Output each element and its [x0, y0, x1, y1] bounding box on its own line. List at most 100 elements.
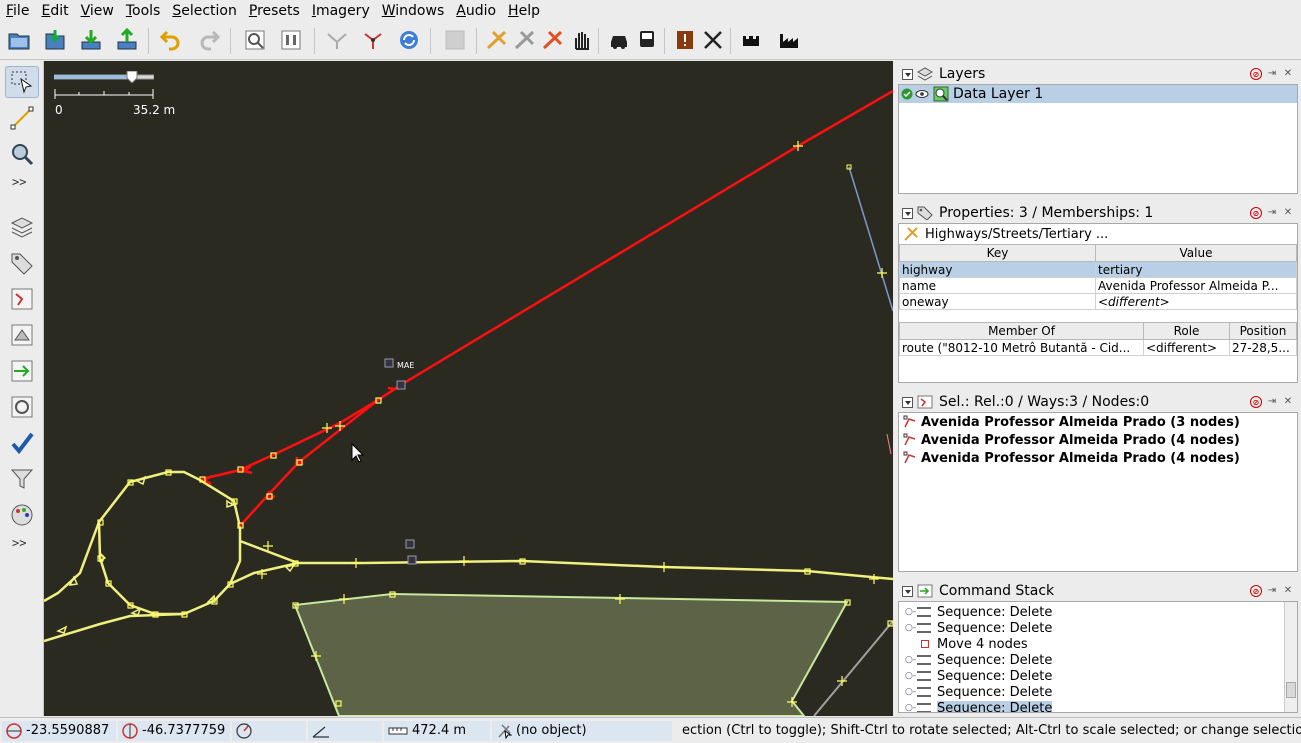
tools-button[interactable] [698, 25, 728, 55]
menu-edit[interactable]: Edit [35, 0, 74, 22]
hide-panel-icon[interactable]: ⊘ [1250, 68, 1262, 80]
filter-toggle[interactable] [5, 463, 39, 495]
close-icon[interactable]: ✕ [1282, 396, 1294, 408]
bus-stop-marker[interactable] [384, 358, 394, 368]
select-tool[interactable] [5, 66, 39, 98]
expand-icon[interactable]: ○- [905, 671, 917, 681]
tag-row[interactable]: oneway <different> [899, 293, 1297, 310]
history-toggle[interactable] [5, 391, 39, 423]
map-paint-toggle[interactable] [5, 499, 39, 531]
save-button[interactable] [40, 25, 70, 55]
command-item[interactable]: ○- Sequence: Delete [899, 620, 1297, 636]
key-header[interactable]: Key [899, 244, 1096, 262]
eye-icon[interactable] [915, 88, 929, 100]
landuse-area[interactable] [293, 592, 849, 716]
hand-button[interactable] [566, 25, 596, 55]
more-toggles[interactable]: >> [12, 536, 26, 550]
draw-tool[interactable] [5, 102, 39, 134]
zoom-slider[interactable] [54, 71, 154, 83]
zoom-tool[interactable] [5, 138, 39, 170]
menu-tools[interactable]: Tools [120, 0, 167, 22]
hide-panel-icon[interactable]: ⊘ [1250, 585, 1262, 597]
zoom-download-button[interactable] [240, 25, 270, 55]
position-header[interactable]: Position [1229, 322, 1297, 340]
highway-button[interactable] [482, 25, 512, 55]
split-button[interactable] [358, 25, 388, 55]
command-item[interactable]: Move 4 nodes [899, 636, 1297, 652]
command-item[interactable]: ○- Sequence: Delete [899, 604, 1297, 620]
close-icon[interactable]: ✕ [1282, 207, 1294, 219]
value-header[interactable]: Value [1095, 244, 1297, 262]
map-canvas[interactable]: MAE [44, 61, 893, 716]
map-view[interactable]: MAE 0 35.2 m [44, 61, 893, 716]
roundabout[interactable] [97, 470, 242, 616]
bus-stop-marker[interactable] [407, 555, 417, 565]
collapse-icon[interactable] [902, 68, 913, 80]
check-icon[interactable] [901, 88, 913, 100]
menu-windows[interactable]: Windows [376, 0, 451, 22]
expand-icon[interactable]: ○- [905, 655, 917, 665]
expand-icon[interactable]: ○- [905, 703, 917, 712]
tag-row[interactable]: highway tertiary [899, 261, 1297, 278]
hide-panel-icon[interactable]: ⊘ [1250, 396, 1262, 408]
collapse-icon[interactable] [902, 585, 913, 597]
preferences-button[interactable] [276, 25, 306, 55]
menu-presets[interactable]: Presets [243, 0, 306, 22]
membership-row[interactable]: route ("8012-10 Metrô Butantã - Cid... <… [899, 339, 1297, 356]
relations-toggle[interactable] [5, 319, 39, 351]
redo-button[interactable] [194, 25, 224, 55]
command-item[interactable]: ○- Sequence: Delete [899, 684, 1297, 700]
selected-way-2[interactable] [239, 399, 379, 527]
merge-button[interactable] [322, 25, 352, 55]
highway-alt-button[interactable] [510, 25, 540, 55]
scrollbar-thumb[interactable] [1286, 682, 1296, 698]
list-item[interactable]: Avenida Professor Almeida Prado (4 nodes… [899, 431, 1297, 449]
layer-item-data-layer-1[interactable]: Data Layer 1 [899, 85, 1297, 103]
bus-button[interactable] [632, 25, 662, 55]
pin-icon[interactable]: ⇥ [1266, 585, 1278, 597]
tag-row[interactable]: name Avenida Professor Almeida P... [899, 277, 1297, 294]
conflict-toggle[interactable] [5, 355, 39, 387]
disabled-button[interactable] [440, 25, 470, 55]
refresh-button[interactable] [394, 25, 424, 55]
selected-way-1[interactable] [201, 89, 893, 481]
car-button[interactable] [604, 25, 634, 55]
warning-button[interactable] [670, 25, 700, 55]
close-icon[interactable]: ✕ [1282, 585, 1294, 597]
command-item[interactable]: ○- Sequence: Delete [899, 652, 1297, 668]
upload-button[interactable] [112, 25, 142, 55]
menu-help[interactable]: Help [502, 0, 546, 22]
open-button[interactable] [4, 25, 34, 55]
layers-toggle[interactable] [5, 211, 39, 243]
menu-view[interactable]: View [75, 0, 120, 22]
properties-toggle[interactable] [5, 247, 39, 279]
menu-file[interactable]: File [0, 0, 35, 22]
blue-way[interactable] [848, 166, 893, 312]
pin-icon[interactable]: ⇥ [1266, 207, 1278, 219]
collapse-icon[interactable] [902, 396, 913, 408]
close-icon[interactable]: ✕ [1282, 68, 1294, 80]
pin-icon[interactable]: ⇥ [1266, 68, 1278, 80]
command-item[interactable]: ○- Sequence: Delete [899, 668, 1297, 684]
command-item[interactable]: ○- Sequence: Delete [899, 700, 1297, 712]
collapse-icon[interactable] [902, 207, 913, 219]
list-item[interactable]: Avenida Professor Almeida Prado (4 nodes… [899, 449, 1297, 467]
hide-panel-icon[interactable]: ⊘ [1250, 207, 1262, 219]
expand-icon[interactable]: ○- [905, 623, 917, 633]
selection-toggle[interactable] [5, 283, 39, 315]
pin-icon[interactable]: ⇥ [1266, 396, 1278, 408]
road-left[interactable] [44, 521, 101, 603]
bus-stop-marker[interactable] [396, 380, 406, 390]
list-item[interactable]: Avenida Professor Almeida Prado (3 nodes… [899, 413, 1297, 431]
menu-selection[interactable]: Selection [166, 0, 243, 22]
download-button[interactable] [76, 25, 106, 55]
expand-icon[interactable]: ○- [905, 687, 917, 697]
role-header[interactable]: Role [1143, 322, 1230, 340]
more-tools-toggle[interactable]: >> [12, 175, 26, 189]
highway-red-button[interactable] [538, 25, 568, 55]
castle-button[interactable] [736, 25, 766, 55]
menu-audio[interactable]: Audio [450, 0, 502, 22]
validator-toggle[interactable] [5, 427, 39, 459]
bus-stop-marker[interactable] [405, 539, 415, 549]
command-scrollbar[interactable] [1284, 602, 1297, 712]
